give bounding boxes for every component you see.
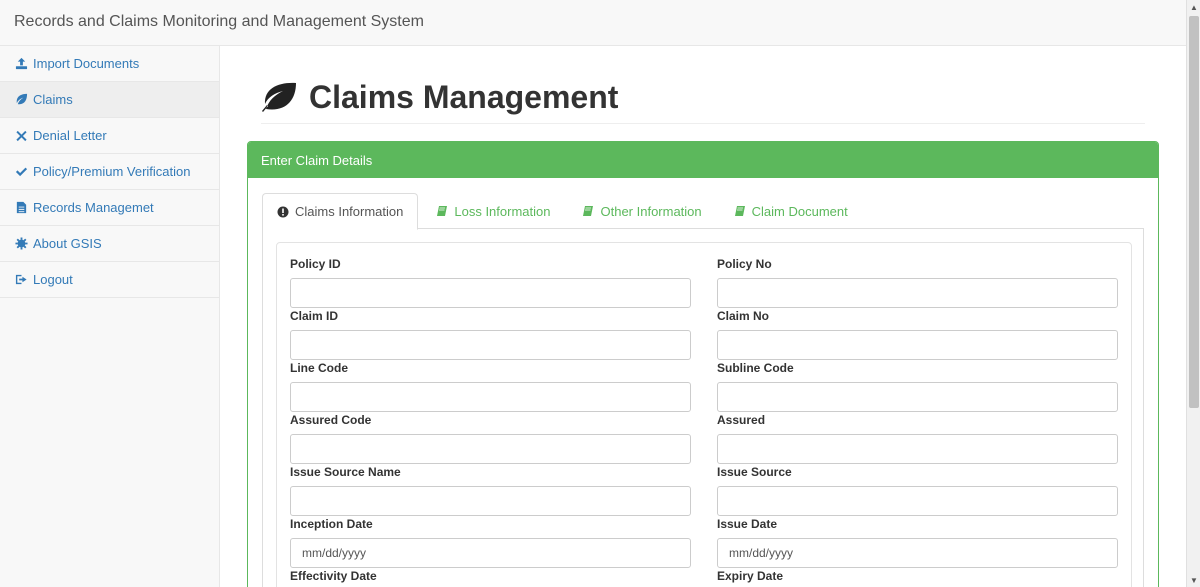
effectivity-date-group: Effectivity Date [290, 568, 692, 587]
sidebar-item-denial-letter[interactable]: Denial Letter [0, 118, 219, 154]
policy-no-label: Policy No [717, 257, 772, 271]
issue-source-label: Issue Source [717, 465, 792, 479]
book-icon [734, 205, 746, 217]
check-icon [15, 165, 28, 178]
page-header: Claims Management [261, 78, 1145, 124]
policy-no-input[interactable] [717, 278, 1118, 308]
tab-other-information[interactable]: Other Information [568, 193, 715, 229]
claim-no-input[interactable] [717, 330, 1118, 360]
issue-source-input[interactable] [717, 486, 1118, 516]
sidebar-item-label: Denial Letter [33, 128, 107, 143]
vertical-scrollbar[interactable]: ▲ ▼ [1186, 0, 1200, 587]
assured-code-label: Assured Code [290, 413, 372, 427]
sidebar-item-policy-premium-verification[interactable]: Policy/Premium Verification [0, 154, 219, 190]
policy-id-group: Policy ID [290, 256, 692, 308]
subline-code-input[interactable] [717, 382, 1118, 412]
sidebar-item-label: Import Documents [33, 56, 140, 71]
issue-source-name-group: Issue Source Name [290, 464, 692, 516]
assured-input[interactable] [717, 434, 1118, 464]
exclamation-circle-icon [277, 206, 289, 218]
sidebar: Import Documents Claims Denial Letter Po… [0, 46, 220, 587]
inception-date-group: Inception Date [290, 516, 692, 568]
sidebar-item-logout[interactable]: Logout [0, 262, 219, 298]
policy-no-group: Policy No [717, 256, 1119, 308]
sidebar-item-label: Claims [33, 92, 73, 107]
leaf-icon [15, 93, 28, 106]
panel-heading: Enter Claim Details [248, 142, 1158, 178]
page-title: Claims Management [309, 79, 619, 115]
tab-claims-information[interactable]: Claims Information [262, 193, 419, 230]
sidebar-item-import-documents[interactable]: Import Documents [0, 46, 219, 82]
subline-code-label: Subline Code [717, 361, 794, 375]
tab-content: Policy ID Policy No Claim ID Claim No Li… [262, 229, 1144, 587]
issue-date-group: Issue Date [717, 516, 1119, 568]
book-icon [582, 205, 594, 217]
issue-date-label: Issue Date [717, 517, 778, 531]
sidebar-item-label: Logout [33, 272, 73, 287]
scroll-up-icon[interactable]: ▲ [1187, 0, 1200, 14]
claim-id-label: Claim ID [290, 309, 339, 323]
book-icon [436, 205, 448, 217]
assured-code-input[interactable] [290, 434, 691, 464]
tab-label: Claim Document [751, 203, 848, 219]
leaf-icon [261, 82, 297, 112]
sidebar-item-label: Policy/Premium Verification [33, 164, 191, 179]
policy-id-label: Policy ID [290, 257, 341, 271]
claim-tabs: Claims Information Loss Information Othe… [262, 193, 1144, 230]
close-icon [15, 129, 28, 142]
line-code-group: Line Code [290, 360, 692, 412]
policy-id-input[interactable] [290, 278, 691, 308]
claim-no-label: Claim No [717, 309, 770, 323]
inception-date-input[interactable] [290, 538, 691, 568]
claim-no-group: Claim No [717, 308, 1119, 360]
claim-id-input[interactable] [290, 330, 691, 360]
sidebar-item-label: Records Managemet [33, 200, 154, 215]
issue-date-input[interactable] [717, 538, 1118, 568]
inception-date-label: Inception Date [290, 517, 373, 531]
tab-label: Claims Information [295, 204, 404, 219]
claim-details-panel: Enter Claim Details Claims Information L… [247, 141, 1159, 587]
tab-label: Loss Information [454, 203, 551, 219]
scrollbar-thumb[interactable] [1189, 16, 1199, 408]
expiry-date-label: Expiry Date [717, 569, 784, 583]
logout-icon [15, 273, 28, 286]
claims-information-form: Policy ID Policy No Claim ID Claim No Li… [276, 242, 1132, 587]
issue-source-name-input[interactable] [290, 486, 691, 516]
gear-icon [15, 237, 28, 250]
line-code-input[interactable] [290, 382, 691, 412]
top-navbar: Records and Claims Monitoring and Manage… [0, 0, 1186, 46]
upload-icon [15, 57, 28, 70]
tab-claim-document[interactable]: Claim Document [720, 193, 862, 229]
sidebar-item-label: About GSIS [33, 236, 102, 251]
document-icon [15, 201, 28, 214]
tab-label: Other Information [600, 203, 702, 219]
subline-code-group: Subline Code [717, 360, 1119, 412]
issue-source-name-label: Issue Source Name [290, 465, 401, 479]
assured-code-group: Assured Code [290, 412, 692, 464]
assured-group: Assured [717, 412, 1119, 464]
scroll-down-icon[interactable]: ▼ [1187, 573, 1200, 587]
issue-source-group: Issue Source [717, 464, 1119, 516]
expiry-date-group: Expiry Date [717, 568, 1119, 587]
tab-loss-information[interactable]: Loss Information [422, 193, 564, 229]
effectivity-date-label: Effectivity Date [290, 569, 377, 583]
sidebar-item-about-gsis[interactable]: About GSIS [0, 226, 219, 262]
claim-id-group: Claim ID [290, 308, 692, 360]
sidebar-item-records-management[interactable]: Records Managemet [0, 190, 219, 226]
app-title[interactable]: Records and Claims Monitoring and Manage… [14, 13, 424, 31]
line-code-label: Line Code [290, 361, 349, 375]
assured-label: Assured [717, 413, 766, 427]
main-content: Claims Management Enter Claim Details Cl… [221, 46, 1186, 587]
sidebar-item-claims[interactable]: Claims [0, 82, 219, 118]
